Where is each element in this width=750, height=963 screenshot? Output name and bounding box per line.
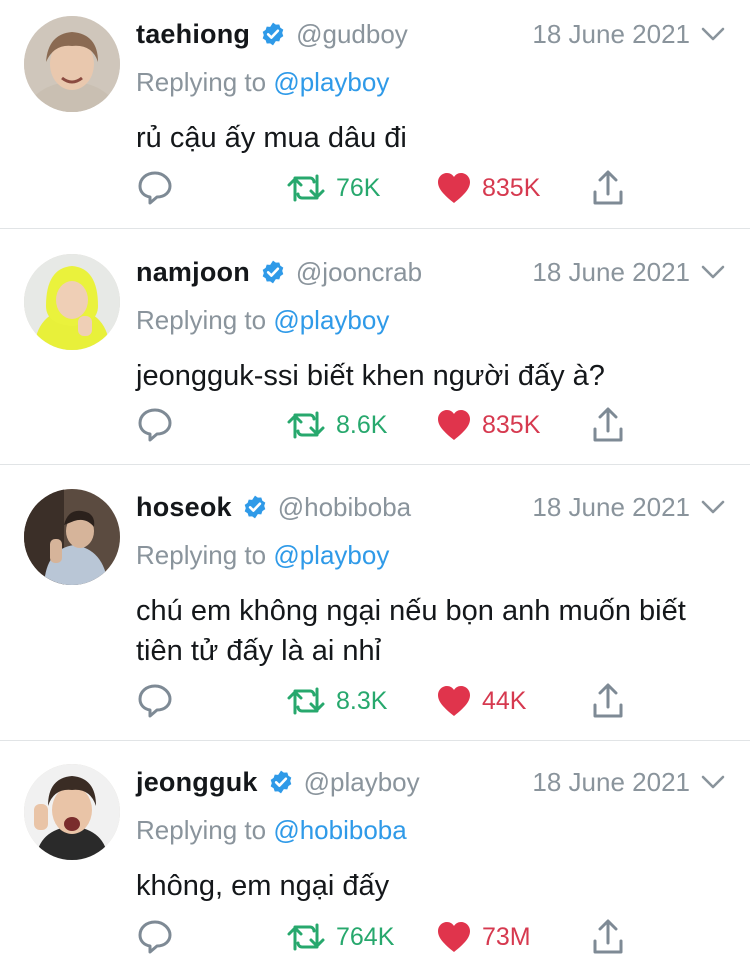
avatar-namjoon (24, 254, 120, 350)
tweet-actions: 8.3K 44K (136, 681, 636, 721)
verified-badge-icon (262, 22, 284, 46)
retweet-button[interactable]: 8.6K (286, 405, 387, 445)
display-name[interactable]: taehiong (136, 19, 250, 50)
reply-button[interactable] (136, 168, 174, 208)
tweet-header: taehiong @gudboy 18 June 2021 (136, 16, 726, 52)
user-handle[interactable]: @gudboy (296, 19, 408, 50)
tweet-date[interactable]: 18 June 2021 (532, 489, 690, 525)
verified-badge-icon (270, 770, 291, 794)
retweet-count: 8.3K (336, 686, 388, 715)
avatar-taehiong (24, 16, 120, 112)
share-icon (593, 683, 623, 718)
tweet-actions: 764K 73M (136, 917, 636, 957)
reply-icon (138, 408, 172, 442)
user-handle[interactable]: @playboy (304, 767, 420, 798)
replying-to-label: Replying to (136, 540, 274, 570)
tweet-date[interactable]: 18 June 2021 (532, 764, 690, 800)
avatar[interactable] (24, 764, 120, 860)
like-count: 835K (482, 173, 541, 202)
verified-badge-icon (244, 495, 266, 519)
like-button[interactable]: 835K (436, 405, 540, 445)
heart-icon (438, 410, 470, 440)
retweet-button[interactable]: 764K (286, 917, 394, 957)
tweet-text: rủ cậu ấy mua dâu đi (136, 122, 407, 154)
replying-to-mention[interactable]: @playboy (273, 540, 389, 570)
reply-icon (138, 920, 172, 954)
heart-icon (438, 686, 470, 716)
chevron-down-icon[interactable] (700, 771, 726, 793)
reply-icon (138, 171, 172, 205)
replying-to-mention[interactable]: @playboy (273, 305, 389, 335)
share-button[interactable] (592, 681, 624, 721)
replying-to-label: Replying to (136, 815, 274, 845)
retweet-icon (287, 174, 325, 202)
heart-icon (438, 173, 470, 203)
tweet[interactable]: jeongguk @playboy 18 June 2021 Replying … (0, 741, 750, 963)
tweet[interactable]: namjoon @jooncrab 18 June 2021 Replying … (0, 229, 750, 465)
like-count: 73M (482, 922, 531, 951)
tweet-header: hoseok @hobiboba 18 June 2021 (136, 489, 726, 525)
retweet-icon (287, 687, 325, 715)
share-button[interactable] (592, 917, 624, 957)
share-button[interactable] (592, 405, 624, 445)
display-name[interactable]: jeongguk (136, 767, 258, 798)
tweet-date[interactable]: 18 June 2021 (532, 254, 690, 290)
replying-to-mention[interactable]: @hobiboba (273, 815, 406, 845)
replying-to-label: Replying to (136, 305, 274, 335)
tweet-text: jeongguk-ssi biết khen người đấy à? (136, 360, 605, 392)
chevron-down-icon[interactable] (700, 261, 726, 283)
share-icon (593, 919, 623, 954)
avatar[interactable] (24, 16, 120, 112)
tweet-actions: 76K 835K (136, 168, 636, 208)
retweet-icon (287, 411, 325, 439)
avatar-jeongguk (24, 764, 120, 860)
tweet-header: namjoon @jooncrab 18 June 2021 (136, 254, 726, 290)
replying-to: Replying to @playboy (136, 539, 726, 571)
retweet-icon (287, 923, 325, 951)
avatar-hoseok (24, 489, 120, 585)
replying-to: Replying to @playboy (136, 66, 726, 98)
heart-icon (438, 922, 470, 952)
share-icon (593, 170, 623, 205)
reply-button[interactable] (136, 681, 174, 721)
retweet-button[interactable]: 8.3K (286, 681, 387, 721)
tweet-date[interactable]: 18 June 2021 (532, 16, 690, 52)
verified-badge-icon (262, 260, 284, 284)
tweet-header: jeongguk @playboy 18 June 2021 (136, 764, 726, 800)
share-button[interactable] (592, 168, 624, 208)
retweet-count: 764K (336, 922, 395, 951)
display-name[interactable]: hoseok (136, 492, 232, 523)
tweet[interactable]: taehiong @gudboy 18 June 2021 Replying t… (0, 0, 750, 229)
chevron-down-icon[interactable] (700, 23, 726, 45)
tweet-actions: 8.6K 835K (136, 405, 636, 445)
tweet-text: không, em ngại đấy (136, 870, 390, 902)
retweet-count: 8.6K (336, 410, 388, 439)
replying-to: Replying to @hobiboba (136, 814, 726, 846)
replying-to-label: Replying to (136, 67, 274, 97)
user-handle[interactable]: @jooncrab (296, 257, 422, 288)
chevron-down-icon[interactable] (700, 496, 726, 518)
replying-to-mention[interactable]: @playboy (273, 67, 389, 97)
like-button[interactable]: 835K (436, 168, 540, 208)
like-button[interactable]: 73M (436, 917, 531, 957)
tweet[interactable]: hoseok @hobiboba 18 June 2021 Replying t… (0, 465, 750, 741)
retweet-count: 76K (336, 173, 381, 202)
share-icon (593, 407, 623, 442)
reply-button[interactable] (136, 917, 174, 957)
display-name[interactable]: namjoon (136, 257, 250, 288)
reply-button[interactable] (136, 405, 174, 445)
tweet-text: chú em không ngại nếu bọn anh muốn biết … (136, 595, 686, 667)
avatar[interactable] (24, 489, 120, 585)
retweet-button[interactable]: 76K (286, 168, 380, 208)
user-handle[interactable]: @hobiboba (278, 492, 411, 523)
like-count: 44K (482, 686, 527, 715)
reply-icon (138, 684, 172, 718)
like-count: 835K (482, 410, 541, 439)
avatar[interactable] (24, 254, 120, 350)
replying-to: Replying to @playboy (136, 304, 726, 336)
like-button[interactable]: 44K (436, 681, 526, 721)
